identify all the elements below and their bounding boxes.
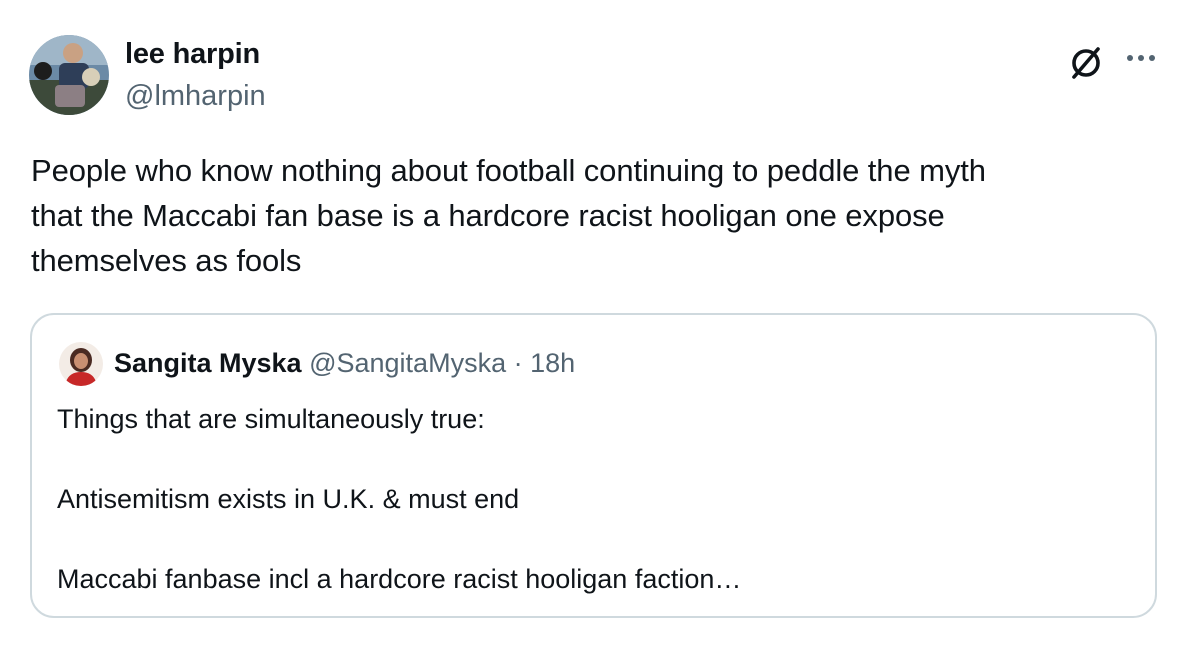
- more-options-icon[interactable]: [1124, 48, 1160, 72]
- meta-separator: ·: [513, 348, 523, 378]
- avatar-photo-icon: [29, 35, 109, 115]
- quote-avatar-photo-icon: [59, 342, 103, 386]
- author-handle[interactable]: @lmharpin: [125, 80, 266, 113]
- quote-text: Things that are simultaneously true: Ant…: [57, 399, 1127, 599]
- author-display-name[interactable]: lee harpin: [125, 38, 260, 71]
- quote-paragraph: Antisemitism exists in U.K. & must end: [57, 484, 520, 514]
- quote-author-avatar[interactable]: [59, 342, 103, 386]
- tweet-text-line: themselves as fools: [31, 243, 302, 278]
- tweet-text-line: People who know nothing about football c…: [31, 153, 986, 188]
- quote-paragraph: Things that are simultaneously true:: [57, 404, 485, 434]
- grok-icon[interactable]: [1064, 40, 1108, 84]
- quote-paragraph: Maccabi fanbase incl a hardcore racist h…: [57, 564, 742, 594]
- author-avatar[interactable]: [29, 35, 109, 115]
- quote-timestamp[interactable]: 18h: [530, 348, 575, 378]
- quoted-tweet-card[interactable]: Sangita Myska @SangitaMyska · 18h Things…: [30, 313, 1157, 618]
- tweet-text: People who know nothing about football c…: [31, 148, 1171, 283]
- quote-header: Sangita Myska @SangitaMyska · 18h: [114, 348, 575, 379]
- quote-author-handle[interactable]: @SangitaMyska: [309, 348, 506, 378]
- quote-author-name[interactable]: Sangita Myska: [114, 348, 302, 378]
- tweet-text-line: that the Maccabi fan base is a hardcore …: [31, 198, 945, 233]
- tweet: lee harpin @lmharpin People who know not…: [0, 0, 1200, 651]
